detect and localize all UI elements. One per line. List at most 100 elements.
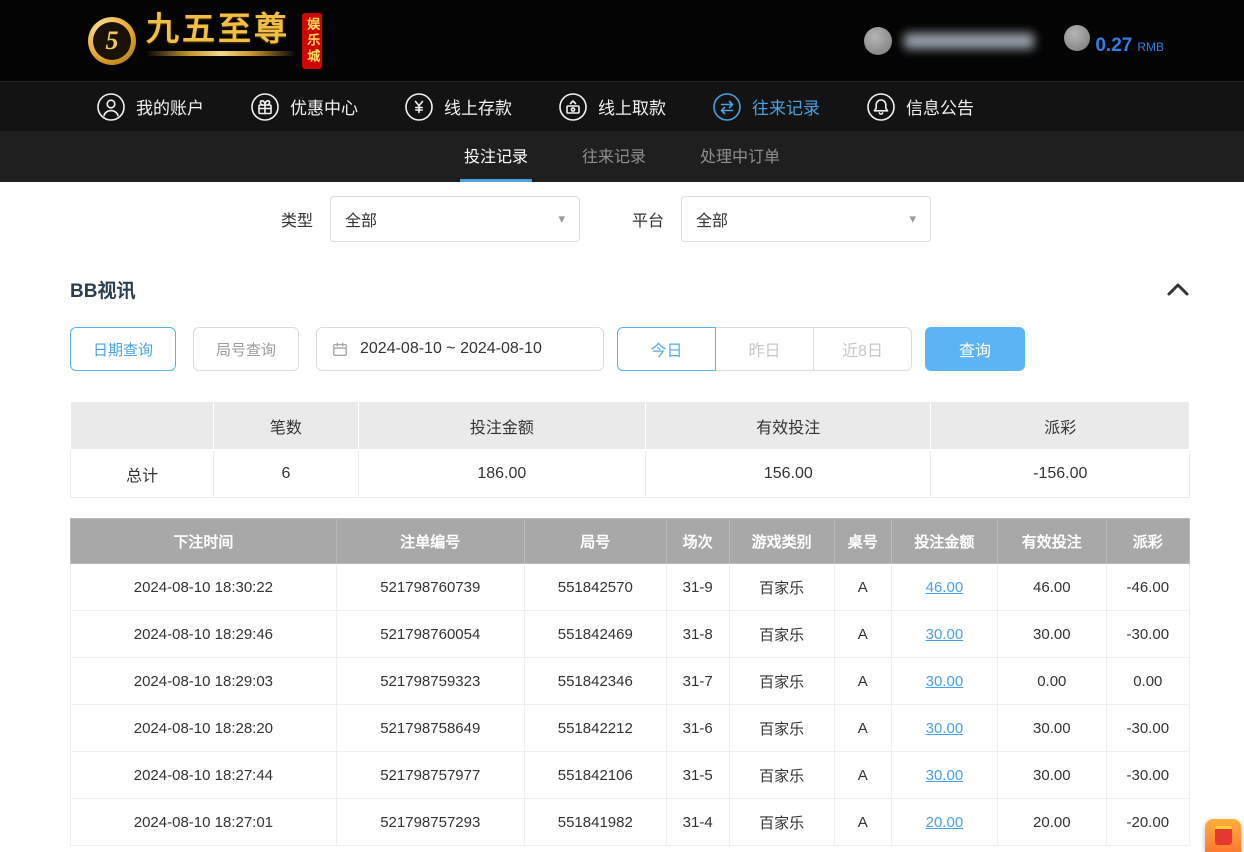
column-header: 派彩 (1106, 519, 1189, 564)
bet-time: 2024-08-10 18:29:46 (71, 611, 337, 658)
nav-item-my-account[interactable]: 我的账户 (96, 92, 204, 122)
date-range-input[interactable]: 2024-08-10 ~ 2024-08-10 (316, 327, 604, 371)
calendar-icon (331, 340, 349, 358)
payout: -30.00 (1106, 611, 1189, 658)
site-logo[interactable]: 5 九五至尊 娱乐城 (88, 13, 322, 69)
summary-header-row: 笔数 投注金额 有效投注 派彩 (71, 402, 1190, 450)
chevron-down-icon (910, 211, 917, 227)
bet-table-header-row: 下注时间注单编号局号场次游戏类别桌号投注金额有效投注派彩 (71, 519, 1190, 564)
date-query-button[interactable]: 日期查询 (70, 327, 176, 371)
type-select[interactable]: 全部 (330, 196, 580, 242)
nav-item-transfer-records[interactable]: 往来记录 (712, 92, 820, 122)
summary-header-payout: 派彩 (931, 402, 1190, 450)
round-id: 551842346 (524, 658, 666, 705)
nav-label: 我的账户 (136, 94, 204, 119)
game-type: 百家乐 (729, 658, 834, 705)
payout: -46.00 (1106, 564, 1189, 611)
brand-name: 九五至尊 (146, 13, 296, 48)
search-button[interactable]: 查询 (925, 327, 1025, 371)
valid-bet: 46.00 (998, 564, 1107, 611)
date-shortcut-group: 今日 昨日 近8日 (617, 327, 912, 371)
nav-label: 往来记录 (752, 94, 820, 119)
bet-time: 2024-08-10 18:29:03 (71, 658, 337, 705)
deposit-icon (404, 92, 434, 122)
tab-processing-orders[interactable]: 处理中订单 (696, 131, 784, 182)
nav-item-promotions[interactable]: 优惠中心 (250, 92, 358, 122)
round-id: 551842570 (524, 564, 666, 611)
chevron-down-icon (558, 211, 565, 227)
type-filter-group: 类型 全部 (281, 196, 580, 242)
bet-amount-link[interactable]: 20.00 (926, 814, 964, 831)
payout: -20.00 (1106, 799, 1189, 846)
valid-bet: 30.00 (998, 752, 1107, 799)
bet-amount-link[interactable]: 30.00 (926, 673, 964, 690)
round-id: 551842106 (524, 752, 666, 799)
column-header: 场次 (666, 519, 729, 564)
bet-id: 521798760739 (336, 564, 524, 611)
summary-total-label: 总计 (71, 450, 214, 498)
tab-betting-records[interactable]: 投注记录 (460, 131, 532, 182)
nav-label: 线上取款 (598, 94, 666, 119)
bet-amount: 30.00 (891, 752, 997, 799)
summary-header-valid-bet: 有效投注 (646, 402, 931, 450)
bet-records-table: 下注时间注单编号局号场次游戏类别桌号投注金额有效投注派彩 2024-08-10 … (70, 518, 1190, 846)
valid-bet: 30.00 (998, 705, 1107, 752)
platform-select-value: 全部 (696, 207, 728, 231)
table-no: A (834, 564, 891, 611)
query-toolbar: 日期查询 局号查询 2024-08-10 ~ 2024-08-10 今日 昨日 … (70, 327, 1190, 371)
table-row: 2024-08-10 18:27:01521798757293551841982… (71, 799, 1190, 846)
type-select-value: 全部 (345, 207, 377, 231)
bet-amount-link[interactable]: 46.00 (926, 579, 964, 596)
column-header: 桌号 (834, 519, 891, 564)
bet-amount-link[interactable]: 30.00 (926, 720, 964, 737)
session: 31-6 (666, 705, 729, 752)
transfer-records-icon (712, 92, 742, 122)
bet-time: 2024-08-10 18:28:20 (71, 705, 337, 752)
today-button[interactable]: 今日 (617, 327, 716, 371)
session: 31-5 (666, 752, 729, 799)
bet-id: 521798757293 (336, 799, 524, 846)
user-profile-chip[interactable] (864, 27, 1034, 55)
section-title: BB视讯 (70, 276, 135, 303)
summary-count-value: 6 (214, 450, 358, 498)
promo-red-envelope-icon[interactable] (1205, 819, 1241, 852)
payout: -30.00 (1106, 705, 1189, 752)
round-id: 551841982 (524, 799, 666, 846)
balance-value: 0.27 (1095, 35, 1132, 57)
nav-item-withdraw[interactable]: 线上取款 (558, 92, 666, 122)
round-query-button[interactable]: 局号查询 (193, 327, 299, 371)
bet-time: 2024-08-10 18:27:01 (71, 799, 337, 846)
main-navbar: 我的账户 优惠中心 线上存款 线上取款 往来记录 信息公告 (0, 81, 1244, 131)
bet-amount-link[interactable]: 30.00 (926, 626, 964, 643)
brand-flourish-ornament (146, 51, 296, 56)
game-type: 百家乐 (729, 752, 834, 799)
bet-amount-link[interactable]: 30.00 (926, 767, 964, 784)
nav-label: 线上存款 (444, 94, 512, 119)
logo-emblem-number: 5 (93, 22, 131, 60)
summary-table: 笔数 投注金额 有效投注 派彩 总计 6 186.00 156.00 -156.… (70, 401, 1190, 498)
table-row: 2024-08-10 18:29:46521798760054551842469… (71, 611, 1190, 658)
bet-id: 521798760054 (336, 611, 524, 658)
nav-item-announcements[interactable]: 信息公告 (866, 92, 974, 122)
balance-coin-icon (1064, 25, 1090, 51)
collapse-chevron-up-icon[interactable] (1166, 282, 1190, 297)
nav-item-deposit[interactable]: 线上存款 (404, 92, 512, 122)
platform-select[interactable]: 全部 (681, 196, 931, 242)
tab-transfer-records[interactable]: 往来记录 (578, 131, 650, 182)
column-header: 局号 (524, 519, 666, 564)
table-row: 2024-08-10 18:29:03521798759323551842346… (71, 658, 1190, 705)
valid-bet: 30.00 (998, 611, 1107, 658)
column-header: 有效投注 (998, 519, 1107, 564)
red-envelope-glyph (1215, 826, 1232, 845)
nav-label: 信息公告 (906, 94, 974, 119)
game-type: 百家乐 (729, 799, 834, 846)
table-no: A (834, 799, 891, 846)
yesterday-button[interactable]: 昨日 (715, 327, 814, 371)
valid-bet: 0.00 (998, 658, 1107, 705)
table-no: A (834, 752, 891, 799)
session: 31-4 (666, 799, 729, 846)
last-8-days-button[interactable]: 近8日 (813, 327, 912, 371)
summary-valid-bet-value: 156.00 (646, 450, 931, 498)
balance-display[interactable]: 0.27 RMB (1064, 25, 1164, 57)
summary-payout-value: -156.00 (931, 450, 1190, 498)
